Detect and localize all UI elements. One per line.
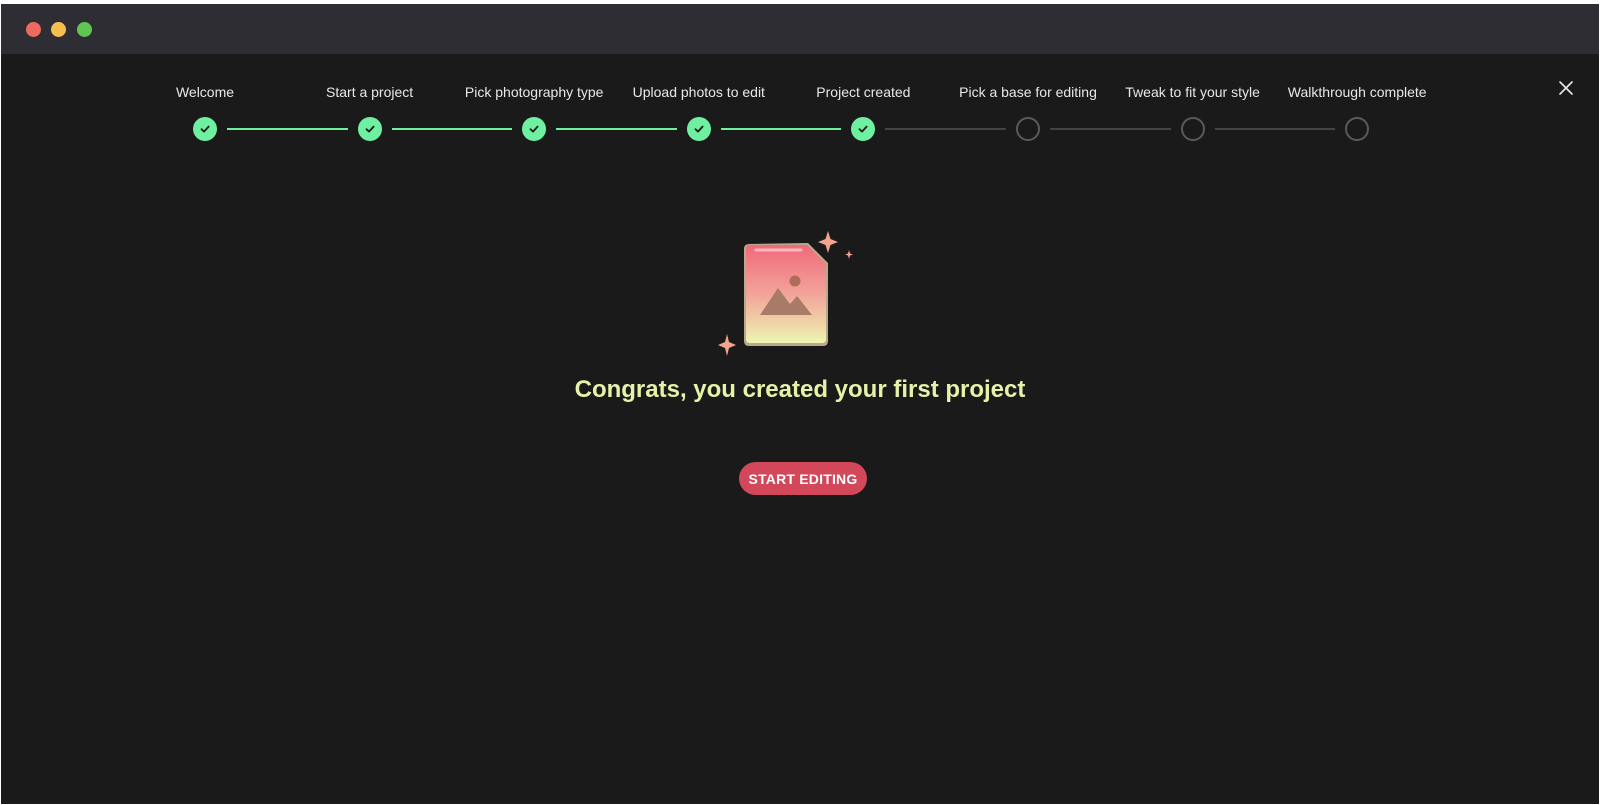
step-label: Pick photography type (464, 84, 604, 100)
step-complete-indicator (193, 117, 217, 141)
step-pending-indicator (1345, 117, 1370, 141)
window-close-button[interactable] (26, 22, 41, 37)
success-headline: Congrats, you created your first project (574, 376, 1026, 403)
step-connector (227, 128, 348, 130)
check-icon (858, 125, 868, 133)
step-complete-indicator (686, 117, 711, 141)
window-minimize-button[interactable] (51, 22, 66, 37)
step-label: Project created (816, 84, 911, 100)
step-label: Walkthrough complete (1287, 84, 1427, 100)
step-connector (556, 128, 677, 130)
step-connector (885, 128, 1006, 130)
step-connector (720, 128, 842, 130)
step-label: Welcome (175, 84, 235, 100)
check-icon (694, 125, 704, 133)
step-connector (1050, 128, 1171, 130)
close-icon (1559, 81, 1573, 95)
step-complete-indicator (522, 117, 547, 141)
step-connector (1214, 128, 1336, 130)
check-icon (365, 125, 375, 133)
image-file-sparkle-icon (718, 231, 853, 356)
step-label: Tweak to fit your style (1125, 84, 1260, 100)
step-complete-indicator (851, 117, 876, 141)
start-editing-button[interactable]: START EDITING (739, 462, 867, 495)
step-label: Start a project (326, 84, 414, 100)
app-window: Welcome Start a project Pick photography t… (1, 4, 1599, 804)
title-bar (1, 4, 1599, 54)
step-label: Pick a base for editing (959, 84, 1097, 100)
step-connector (391, 128, 513, 130)
close-walkthrough-button[interactable] (1555, 77, 1577, 99)
step-pending-indicator (1016, 117, 1040, 141)
step-complete-indicator (357, 117, 382, 141)
check-icon (200, 125, 210, 133)
step-label: Upload photos to edit (632, 84, 765, 100)
window-zoom-button[interactable] (77, 22, 92, 37)
step-pending-indicator (1180, 117, 1205, 141)
check-icon (529, 125, 539, 133)
